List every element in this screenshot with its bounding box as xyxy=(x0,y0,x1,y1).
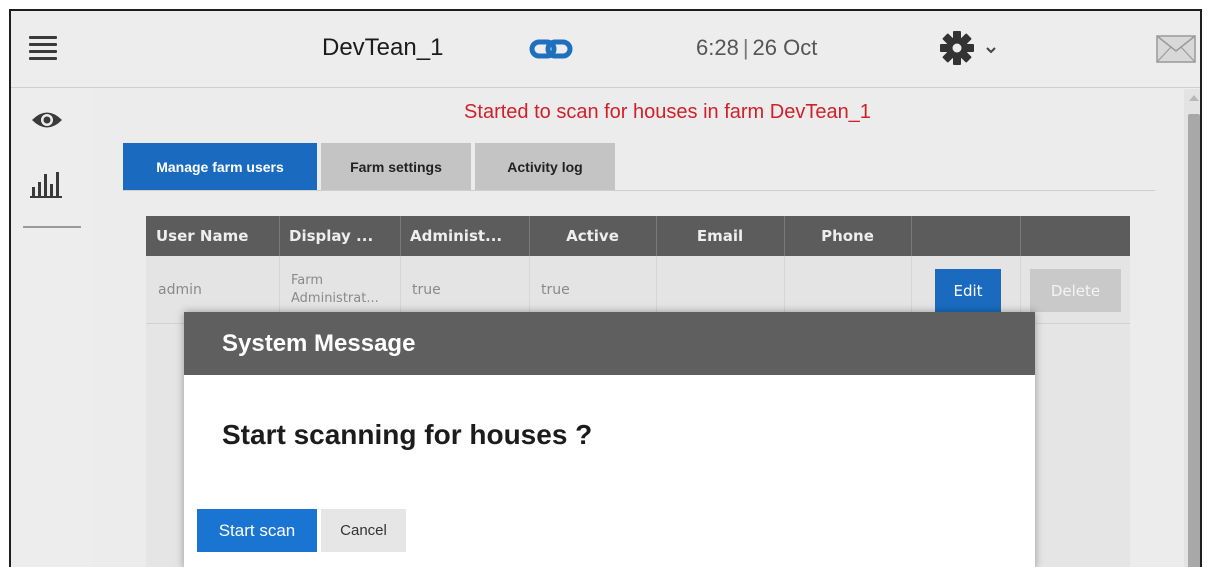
status-message: Started to scan for houses in farm DevTe… xyxy=(464,101,871,123)
menu-icon[interactable] xyxy=(29,36,57,60)
side-nav-divider xyxy=(23,226,81,228)
time-separator: | xyxy=(742,35,749,60)
tab-manage-farm-users[interactable]: Manage farm users xyxy=(123,143,317,191)
table-header: User Name Display ... Administ... Active… xyxy=(146,216,1130,256)
app-window: DevTean_1 6:28 | 26 Oct Started to scan … xyxy=(9,9,1202,567)
edit-button[interactable]: Edit xyxy=(935,269,1001,312)
bar-chart-icon[interactable] xyxy=(30,169,62,199)
time-text: 6:28 xyxy=(696,35,739,60)
clock: 6:28 | 26 Oct xyxy=(696,35,817,61)
cancel-button[interactable]: Cancel xyxy=(321,509,406,552)
mail-icon[interactable] xyxy=(1156,35,1196,63)
system-message-dialog: System Message Start scanning for houses… xyxy=(184,312,1035,567)
dialog-title: System Message xyxy=(184,312,1035,375)
vertical-scrollbar[interactable] xyxy=(1184,89,1200,567)
column-header-active[interactable]: Active xyxy=(529,216,656,256)
dialog-message: Start scanning for houses ? xyxy=(222,419,593,450)
scrollbar-thumb[interactable] xyxy=(1188,114,1200,567)
column-header-edit xyxy=(911,216,1020,256)
date-text: 26 Oct xyxy=(752,35,818,60)
tab-farm-settings[interactable]: Farm settings xyxy=(321,143,471,191)
delete-button[interactable]: Delete xyxy=(1030,269,1121,312)
display-name-line-1: Farm xyxy=(291,273,324,288)
column-header-delete xyxy=(1020,216,1130,256)
scroll-up-arrow-icon[interactable] xyxy=(1189,95,1199,101)
column-header-user-name[interactable]: User Name xyxy=(146,216,279,256)
tab-activity-log[interactable]: Activity log xyxy=(475,143,615,191)
column-header-email[interactable]: Email xyxy=(656,216,784,256)
link-icon[interactable] xyxy=(529,35,573,63)
eye-icon[interactable] xyxy=(31,109,63,131)
display-name-text: Farm Administrat... xyxy=(291,272,379,308)
gear-icon xyxy=(940,31,974,65)
side-nav xyxy=(11,89,91,567)
column-header-phone[interactable]: Phone xyxy=(784,216,911,256)
farm-name: DevTean_1 xyxy=(322,34,444,61)
display-name-line-2: Administrat... xyxy=(291,291,379,306)
chevron-down-icon xyxy=(986,47,996,54)
top-bar: DevTean_1 6:28 | 26 Oct xyxy=(11,11,1200,88)
tab-underline xyxy=(123,190,1155,191)
column-header-administrator[interactable]: Administ... xyxy=(400,216,529,256)
settings-menu[interactable] xyxy=(938,29,1006,67)
column-header-display-name[interactable]: Display ... xyxy=(279,216,400,256)
start-scan-button[interactable]: Start scan xyxy=(197,509,317,552)
dialog-body: Start scanning for houses ? Start scan C… xyxy=(184,375,1035,567)
